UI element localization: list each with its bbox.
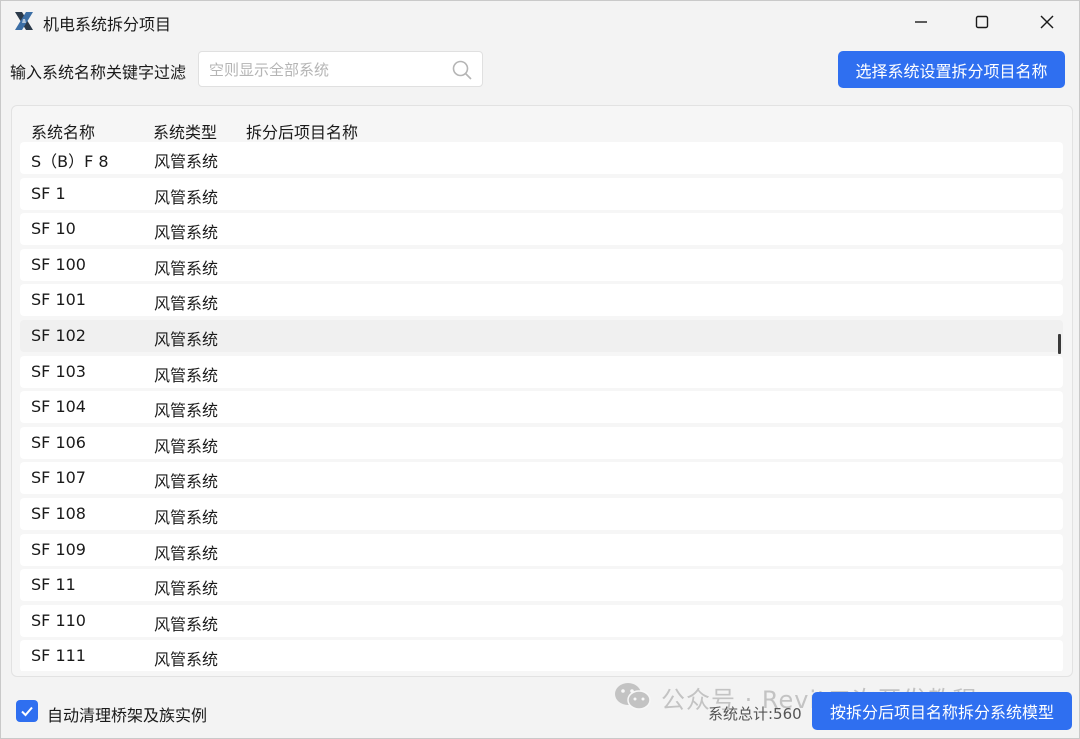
window-title: 机电系统拆分项目: [43, 15, 172, 34]
system-type-cell: 风管系统: [154, 401, 219, 421]
column-header-project-name[interactable]: 拆分后项目名称: [246, 119, 358, 143]
system-name-cell: SF 111: [31, 646, 86, 666]
system-type-cell: 风管系统: [154, 187, 219, 207]
system-name-cell: SF 11: [31, 575, 76, 595]
system-total: 系统总计:560: [708, 705, 802, 723]
table-body: S（B）F 8 风管系统 SF 1 风管系统 SF 10 风管系统 SF 100 风管系统 SF…: [12, 141, 1072, 671]
main-window: 机电系统拆分项目 输入系统名称关键字过滤 选择系统设置拆分项目名称: [0, 0, 1080, 739]
maximize-icon: [975, 15, 989, 29]
table-row[interactable]: SF 1 风管系统: [20, 177, 1063, 210]
table-row[interactable]: SF 102 风管系统: [20, 320, 1063, 352]
check-icon: [21, 706, 33, 717]
system-name-cell: SF 1: [31, 183, 66, 203]
system-name-cell: S（B）F 8: [31, 152, 109, 171]
system-type-cell: 风管系统: [154, 579, 219, 599]
table-row[interactable]: SF 10 风管系统: [20, 213, 1063, 246]
minimize-icon: [915, 21, 927, 23]
auto-clean-checkbox[interactable]: [16, 700, 38, 722]
column-header-system-type[interactable]: 系统类型: [153, 119, 217, 143]
system-name-cell: SF 10: [31, 219, 76, 239]
set-project-name-button[interactable]: 选择系统设置拆分项目名称: [838, 51, 1065, 88]
table-row[interactable]: SF 110 风管系统: [20, 604, 1063, 637]
wechat-icon: [615, 683, 651, 710]
system-type-cell: 风管系统: [154, 614, 219, 634]
column-header-system-name[interactable]: 系统名称: [31, 119, 95, 143]
revit-x-icon: [15, 12, 33, 30]
system-type-cell: 风管系统: [154, 543, 219, 563]
maximize-button[interactable]: [959, 5, 1005, 39]
system-table: 系统名称 系统类型 拆分后项目名称 S（B）F 8 风管系统 SF 1 风管系统 SF …: [11, 105, 1073, 677]
search-input[interactable]: [207, 59, 451, 81]
system-name-cell: SF 102: [31, 326, 86, 345]
system-type-cell: 风管系统: [154, 436, 219, 456]
system-type-cell: 风管系统: [154, 152, 219, 171]
vertical-scrollbar[interactable]: [1058, 334, 1061, 354]
system-name-cell: SF 100: [31, 254, 86, 274]
close-icon: [1040, 15, 1054, 29]
table-row[interactable]: SF 108 风管系统: [20, 498, 1063, 530]
system-type-cell: 风管系统: [154, 258, 219, 278]
system-name-cell: SF 103: [31, 361, 86, 381]
system-type-cell: 风管系统: [154, 294, 219, 314]
system-name-cell: SF 106: [31, 432, 86, 452]
system-name-cell: SF 110: [31, 610, 86, 630]
table-row[interactable]: SF 109 风管系统: [20, 533, 1063, 566]
system-name-cell: SF 108: [31, 504, 86, 523]
table-row[interactable]: SF 107 风管系统: [20, 462, 1063, 495]
split-model-button[interactable]: 按拆分后项目名称拆分系统模型: [812, 692, 1072, 730]
system-type-cell: 风管系统: [154, 223, 219, 243]
table-row[interactable]: SF 111 风管系统: [20, 640, 1063, 671]
system-type-cell: 风管系统: [154, 508, 219, 527]
close-button[interactable]: [1024, 5, 1070, 39]
table-row[interactable]: SF 100 风管系统: [20, 248, 1063, 281]
system-name-cell: SF 107: [31, 468, 86, 488]
search-icon[interactable]: [451, 59, 473, 81]
table-row[interactable]: SF 11 风管系统: [20, 569, 1063, 602]
system-name-cell: SF 104: [31, 397, 86, 417]
table-row[interactable]: S（B）F 8 风管系统: [20, 142, 1063, 174]
table-row[interactable]: SF 106 风管系统: [20, 426, 1063, 459]
system-name-cell: SF 109: [31, 539, 86, 559]
table-row[interactable]: SF 103 风管系统: [20, 355, 1063, 388]
system-name-cell: SF 101: [31, 290, 86, 310]
title-bar[interactable]: 机电系统拆分项目: [1, 1, 1079, 42]
system-type-cell: 风管系统: [154, 650, 219, 670]
minimize-button[interactable]: [898, 5, 944, 39]
search-box[interactable]: [198, 51, 483, 87]
system-type-cell: 风管系统: [154, 472, 219, 492]
table-row[interactable]: SF 104 风管系统: [20, 391, 1063, 424]
system-type-cell: 风管系统: [154, 365, 219, 385]
system-type-cell: 风管系统: [154, 330, 219, 349]
table-row[interactable]: SF 101 风管系统: [20, 284, 1063, 317]
auto-clean-label[interactable]: 自动清理桥架及族实例: [47, 702, 207, 726]
filter-label: 输入系统名称关键字过滤: [10, 63, 187, 82]
